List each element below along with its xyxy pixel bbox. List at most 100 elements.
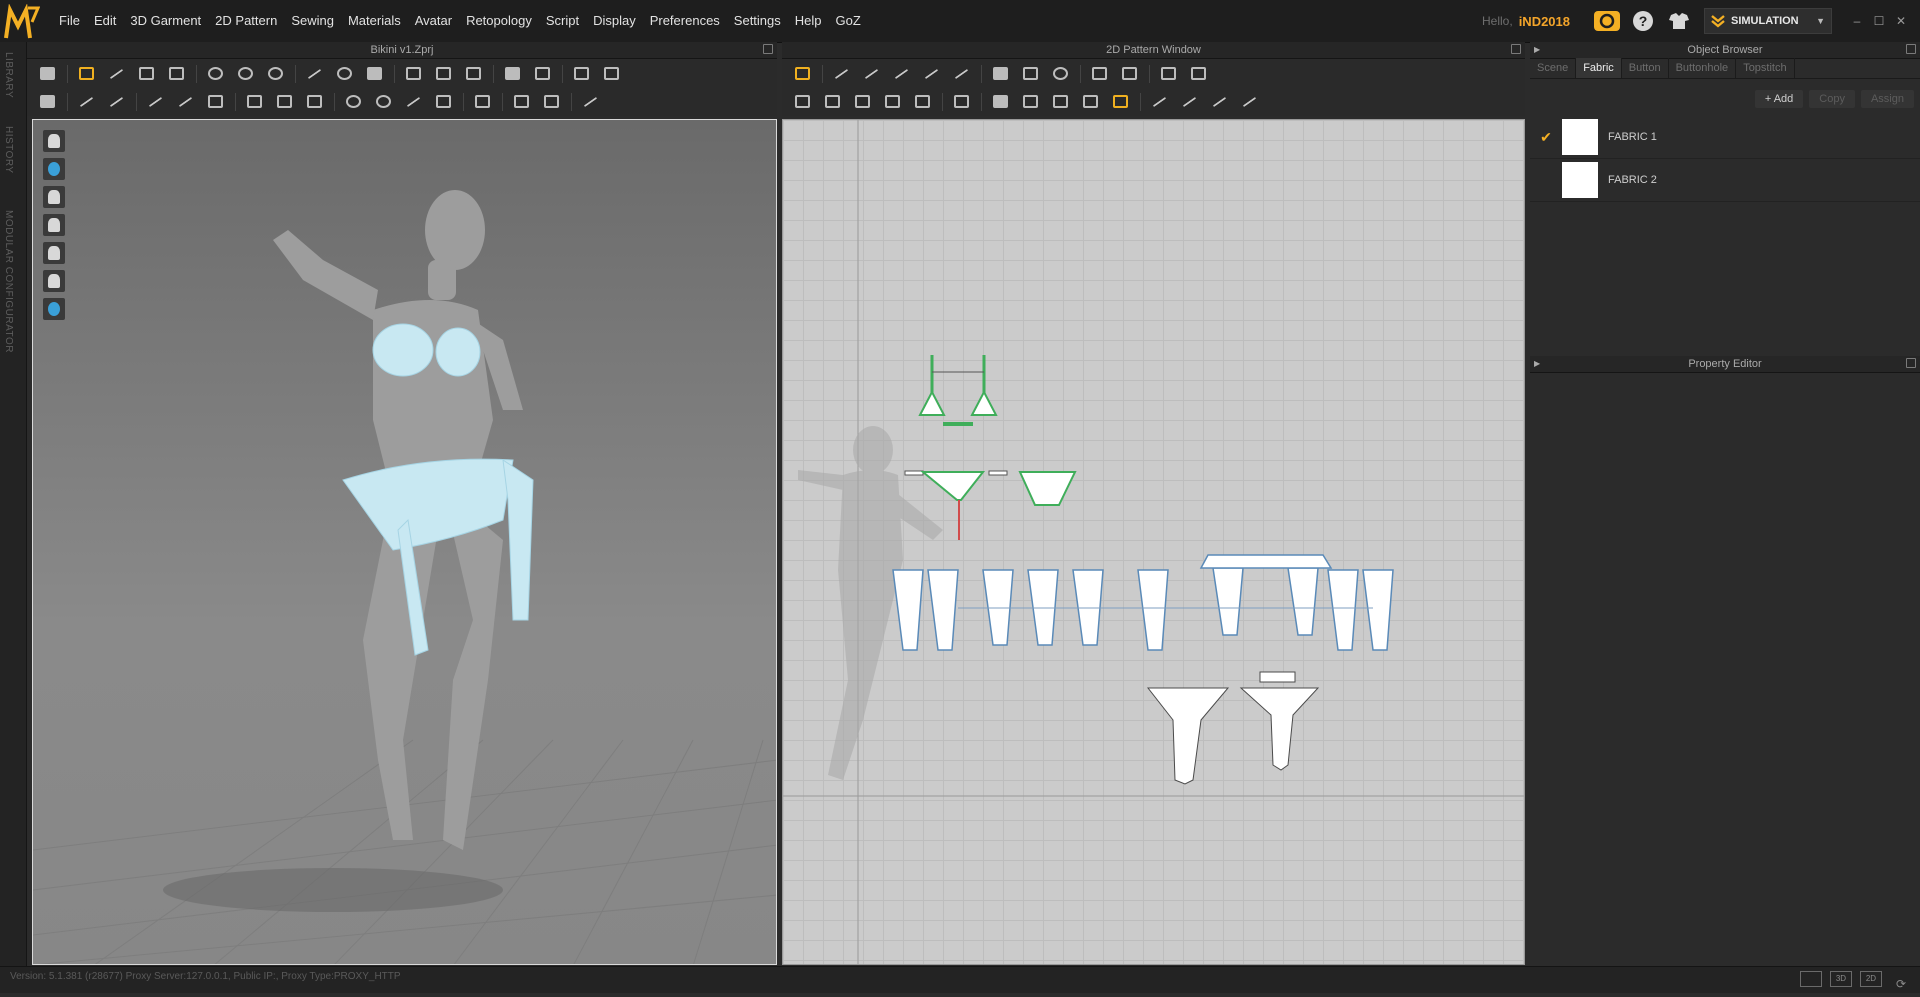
fold-arrangement-icon[interactable] [166, 63, 188, 85]
tape-icon[interactable] [304, 63, 326, 85]
button-icon[interactable] [343, 91, 365, 113]
grid-alt-icon[interactable] [601, 63, 623, 85]
edit-point-icon[interactable] [831, 63, 853, 85]
grid-icon[interactable] [571, 63, 593, 85]
menu-settings[interactable]: Settings [727, 0, 788, 42]
check-pattern-icon[interactable] [1080, 91, 1102, 113]
view-3d-button[interactable]: 3D [1829, 971, 1852, 987]
plane-icon[interactable] [541, 91, 563, 113]
texture-2d-icon[interactable] [1050, 91, 1072, 113]
garment-sync-icon[interactable] [1664, 8, 1694, 34]
menu-help[interactable]: Help [788, 0, 829, 42]
trace-icon[interactable] [951, 91, 973, 113]
menu-avatar[interactable]: Avatar [408, 0, 459, 42]
sewing-edit-icon[interactable] [912, 91, 934, 113]
symmetry-icon[interactable] [580, 91, 602, 113]
curve-point-icon[interactable] [891, 63, 913, 85]
dart-icon[interactable] [1089, 63, 1111, 85]
strengthen-icon[interactable] [463, 63, 485, 85]
menu-materials[interactable]: Materials [341, 0, 408, 42]
grid-2d-icon[interactable] [1158, 63, 1180, 85]
garment-display-icon[interactable] [43, 130, 65, 152]
trim-icon[interactable] [274, 91, 296, 113]
curve-tool-icon[interactable] [175, 91, 197, 113]
stress-map-icon[interactable] [43, 242, 65, 264]
edit-pattern-icon[interactable] [106, 63, 128, 85]
tab-button[interactable]: Button [1622, 58, 1669, 78]
menu-file[interactable]: File [52, 0, 87, 42]
pants-icon[interactable] [532, 63, 554, 85]
edit-curvature-icon[interactable] [861, 63, 883, 85]
viewport-3d[interactable] [32, 119, 777, 965]
tack-icon[interactable] [852, 91, 874, 113]
transform-pattern-2d-icon[interactable] [792, 63, 814, 85]
help-icon[interactable]: ? [1628, 8, 1658, 34]
menu-2d-pattern[interactable]: 2D Pattern [208, 0, 284, 42]
zipper-icon[interactable] [403, 91, 425, 113]
avatar-display-icon[interactable] [43, 186, 65, 208]
avatar-shading-icon[interactable] [43, 270, 65, 292]
copy-fabric-button[interactable]: Copy [1809, 90, 1855, 108]
measure-icon[interactable] [76, 91, 98, 113]
free-sewing-2d-icon[interactable] [822, 91, 844, 113]
pin-icon[interactable] [334, 63, 356, 85]
menu-preferences[interactable]: Preferences [643, 0, 727, 42]
cut-icon[interactable] [244, 91, 266, 113]
environment-icon[interactable] [43, 298, 65, 320]
library-tab[interactable]: LIBRARY [3, 52, 14, 98]
popout-icon[interactable] [763, 44, 773, 54]
cloud-icon[interactable] [1592, 8, 1622, 34]
username[interactable]: iND2018 [1519, 14, 1570, 29]
tab-buttonhole[interactable]: Buttonhole [1669, 58, 1737, 78]
particle-distance-icon[interactable] [43, 158, 65, 180]
rectangle-icon[interactable] [1020, 63, 1042, 85]
tab-scene[interactable]: Scene [1530, 58, 1577, 78]
grid-2d-alt-icon[interactable] [1188, 63, 1210, 85]
expand-arrow-icon[interactable]: ▶ [1534, 356, 1540, 372]
shrink-icon[interactable] [433, 63, 455, 85]
pattern-window-2d[interactable] [782, 119, 1525, 965]
sewing-check-icon[interactable] [882, 91, 904, 113]
add-fabric-button[interactable]: + Add [1754, 90, 1804, 108]
menu-sewing[interactable]: Sewing [284, 0, 341, 42]
topstitch-icon[interactable] [1149, 91, 1171, 113]
transform-pattern-icon[interactable] [76, 63, 98, 85]
select-move-icon[interactable] [37, 63, 59, 85]
segment-sewing-icon[interactable] [235, 63, 257, 85]
shirt-icon[interactable] [502, 63, 524, 85]
list-item[interactable]: ✔ FABRIC 1 [1530, 116, 1920, 159]
steam-icon[interactable] [403, 63, 425, 85]
menu-edit[interactable]: Edit [87, 0, 123, 42]
pleat-icon[interactable] [1119, 63, 1141, 85]
minimize-button[interactable]: – [1846, 14, 1868, 28]
maximize-button[interactable]: ☐ [1868, 14, 1890, 28]
history-tab[interactable]: HISTORY [3, 126, 14, 174]
internal-line-icon[interactable] [1020, 91, 1042, 113]
wave-line-icon[interactable] [1209, 91, 1231, 113]
garment-fit-icon[interactable] [364, 63, 386, 85]
annotation-icon[interactable] [1110, 91, 1132, 113]
diagonal-line-icon[interactable] [1239, 91, 1261, 113]
pattern-icon[interactable] [304, 91, 326, 113]
box-tool-icon[interactable] [205, 91, 227, 113]
popout-icon[interactable] [1511, 44, 1521, 54]
line-tool-icon[interactable] [145, 91, 167, 113]
assign-fabric-button[interactable]: Assign [1860, 90, 1914, 108]
list-item[interactable]: FABRIC 2 [1530, 159, 1920, 202]
menu-3d-garment[interactable]: 3D Garment [123, 0, 208, 42]
tab-fabric[interactable]: Fabric [1576, 58, 1622, 78]
popout-icon[interactable] [1906, 358, 1916, 368]
close-button[interactable]: ✕ [1890, 14, 1912, 28]
avatar-pose-icon[interactable] [37, 91, 59, 113]
cut-line-icon[interactable] [951, 63, 973, 85]
shirt-2d-icon[interactable] [990, 91, 1012, 113]
select-mesh-icon[interactable] [136, 63, 158, 85]
dashed-line-icon[interactable] [1179, 91, 1201, 113]
free-sewing-icon[interactable] [265, 63, 287, 85]
texture-icon[interactable] [472, 91, 494, 113]
add-point-icon[interactable] [921, 63, 943, 85]
tab-topstitch[interactable]: Topstitch [1736, 58, 1795, 78]
expand-arrow-icon[interactable]: ▶ [1534, 42, 1540, 58]
edit-sewing-icon[interactable] [205, 63, 227, 85]
single-view-button[interactable] [1799, 971, 1822, 987]
